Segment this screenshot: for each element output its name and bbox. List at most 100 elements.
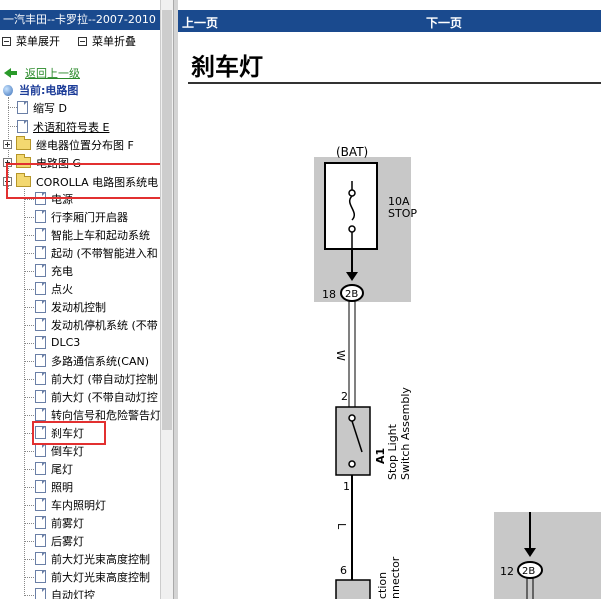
tree-subitem-label: 发动机控制	[51, 300, 106, 314]
tree-scrollbar[interactable]	[160, 0, 173, 599]
document-icon	[35, 498, 46, 511]
wiring-diagram: (BAT) 10A STOP 2B 18 W 2 A1 Stop Light S…	[314, 145, 601, 599]
lower-pin: 6	[340, 564, 347, 577]
connector-right-pin: 12	[500, 565, 514, 578]
tree-subitem[interactable]: 多路通信系统(CAN)	[35, 352, 149, 369]
current-location-label: 当前:电路图	[19, 84, 79, 97]
expand-plus-icon[interactable]	[3, 140, 12, 149]
tree-subitem[interactable]: 行李厢门开启器	[35, 208, 128, 225]
switch-name-line2: Switch Assembly	[399, 387, 412, 480]
tree-subitem[interactable]: 点火	[35, 280, 73, 297]
highlight-box-brake-light	[32, 421, 106, 445]
document-icon	[35, 408, 46, 421]
back-arrow-icon-stem	[11, 71, 17, 75]
back-link[interactable]: 返回上一级	[25, 65, 80, 81]
tree-subitem[interactable]: 前大灯 (不带自动灯控	[35, 388, 158, 405]
tree-item-relay-locations[interactable]: 继电器位置分布图 F	[3, 136, 134, 153]
current-location: 当前:电路图	[3, 83, 78, 97]
tree-panel: 一汽丰田--卡罗拉--2007-2010 菜单展开 菜单折叠 返回上一级 当前:…	[0, 0, 173, 599]
tree-subitem-label: 起动 (不带智能进入和	[51, 246, 158, 260]
document-icon	[35, 264, 46, 277]
collapse-icon	[78, 36, 87, 46]
expand-all-button[interactable]: 菜单展开	[2, 33, 60, 49]
tree-subitem[interactable]: 自动灯控	[35, 586, 95, 599]
tree-guide-line	[24, 577, 34, 578]
connector-box-shade	[494, 512, 601, 599]
tree-guide-line	[24, 289, 34, 290]
document-icon	[35, 246, 46, 259]
document-icon	[35, 570, 46, 583]
tree-guide-line	[24, 271, 34, 272]
bat-label: (BAT)	[336, 145, 368, 159]
back-link-row[interactable]: 返回上一级	[4, 66, 80, 80]
tree-subitem[interactable]: 照明	[35, 478, 73, 495]
tree-subitem-label: 发动机停机系统 (不带	[51, 318, 158, 332]
wire-color-bottom: L	[335, 523, 348, 530]
tree-subitem[interactable]: 尾灯	[35, 460, 73, 477]
tree-subitem-label: 点火	[51, 282, 73, 296]
switch-terminal	[348, 460, 356, 468]
collapse-all-button[interactable]: 菜单折叠	[78, 33, 136, 49]
connector-top-id: 2B	[345, 289, 358, 300]
switch-pin-top: 2	[341, 390, 348, 403]
tree-subitem[interactable]: 前大灯光束高度控制	[35, 568, 150, 585]
document-icon	[35, 210, 46, 223]
tree-subitem-label: 尾灯	[51, 462, 73, 476]
tree-guide-line	[24, 379, 34, 380]
expand-icon	[2, 36, 11, 46]
document-icon	[35, 552, 46, 565]
tree-subitem[interactable]: 车内照明灯	[35, 496, 106, 513]
tree-subitem[interactable]: 发动机控制	[35, 298, 106, 315]
document-icon	[35, 282, 46, 295]
globe-icon	[3, 84, 13, 96]
tree-guide-line	[24, 415, 34, 416]
tree-guide-line	[24, 217, 34, 218]
content-panel: 上一页 下一页 刹车灯 (BAT) 10A STOP 2B 18 W 2 A1 …	[178, 0, 601, 599]
tree-subitem-label: 前大灯 (不带自动灯控	[51, 390, 158, 404]
tree-panel-title: 一汽丰田--卡罗拉--2007-2010	[0, 10, 160, 30]
tree-guide-line	[24, 235, 34, 236]
tree-subitem-label: 后雾灯	[51, 534, 84, 548]
tree-guide-line	[24, 451, 34, 452]
tree-subitem[interactable]: 智能上车和起动系统	[35, 226, 150, 243]
tree-subitem-label: 充电	[51, 264, 73, 278]
switch-pin-bottom: 1	[343, 480, 350, 493]
tree-subitem[interactable]: 前大灯光束高度控制	[35, 550, 150, 567]
tree-guide-line	[8, 126, 17, 127]
connector-right-id: 2B	[522, 566, 535, 577]
tree-guide-line	[24, 523, 34, 524]
tree-guide-line	[24, 361, 34, 362]
lower-label-line2: nnector	[389, 556, 402, 599]
fuse-name: STOP	[388, 207, 417, 220]
tree-subitem-label: 前雾灯	[51, 516, 84, 530]
folder-icon	[16, 136, 31, 150]
document-icon	[35, 516, 46, 529]
tree-subitem[interactable]: 前雾灯	[35, 514, 84, 531]
tree-subitem-label: 多路通信系统(CAN)	[51, 354, 150, 368]
highlight-box-corolla	[6, 163, 166, 199]
tree-subitem[interactable]: 发动机停机系统 (不带	[35, 316, 158, 333]
tree-item-terms-symbols[interactable]: 术语和符号表 E	[17, 118, 109, 135]
lower-label-line1: ction	[376, 572, 389, 599]
tree-subitem-label: 前大灯 (带自动灯控制	[51, 372, 158, 386]
document-icon	[35, 534, 46, 547]
tree-subitem[interactable]: 后雾灯	[35, 532, 84, 549]
document-icon	[35, 336, 46, 349]
tree-subitem[interactable]: 前大灯 (带自动灯控制	[35, 370, 158, 387]
tree-guide-line	[24, 487, 34, 488]
menu-bar: 菜单展开 菜单折叠	[0, 31, 160, 49]
switch-terminal	[348, 414, 356, 422]
collapse-all-label: 菜单折叠	[92, 35, 136, 48]
tree-subitem[interactable]: 起动 (不带智能进入和	[35, 244, 158, 261]
document-icon	[35, 588, 46, 599]
tree-subitem[interactable]: DLC3	[35, 334, 80, 351]
tree-item-label: 术语和符号表 E	[33, 120, 110, 134]
tree-guide-line	[24, 541, 34, 542]
tree-subitem-label: 车内照明灯	[51, 498, 106, 512]
fuse-terminal	[348, 189, 356, 197]
tree-subitem[interactable]: 充电	[35, 262, 73, 279]
tree-guide-line	[24, 325, 34, 326]
tree-item-abbreviations[interactable]: 缩写 D	[17, 99, 67, 116]
tree-item-label: 缩写 D	[33, 101, 67, 115]
scroll-thumb[interactable]	[162, 10, 172, 430]
